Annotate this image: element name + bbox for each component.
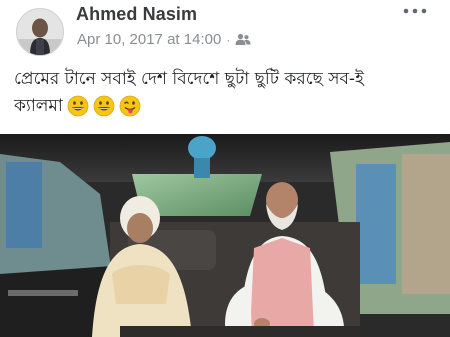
more-dots-icon[interactable]: [402, 4, 428, 18]
post-caption: প্রেমের টানে সবাই দেশ বিদেশে ছুটা ছুটি ক…: [14, 66, 444, 120]
post-meta: Apr 10, 2017 at 14:00 ·: [77, 31, 251, 48]
avatar-photo: [17, 9, 63, 55]
grinning-face-icon: [67, 95, 89, 117]
caption-line-2-text: ক্যালমা: [14, 96, 63, 116]
car-interior-photo: [0, 134, 450, 337]
facebook-post: Ahmed Nasim Apr 10, 2017 at 14:00 · প্রে…: [0, 0, 450, 337]
tongue-face-icon: [119, 95, 141, 117]
author-avatar[interactable]: [16, 8, 64, 56]
author-name[interactable]: Ahmed Nasim: [76, 4, 197, 25]
caption-line-2: ক্যালমা: [14, 93, 444, 120]
friends-icon[interactable]: [235, 33, 251, 46]
grinning-face-icon: [93, 95, 115, 117]
caption-line-1: প্রেমের টানে সবাই দেশ বিদেশে ছুটা ছুটি ক…: [14, 69, 364, 89]
meta-separator: ·: [226, 32, 231, 47]
post-photo[interactable]: [0, 134, 450, 337]
post-timestamp[interactable]: Apr 10, 2017 at 14:00: [77, 31, 221, 48]
